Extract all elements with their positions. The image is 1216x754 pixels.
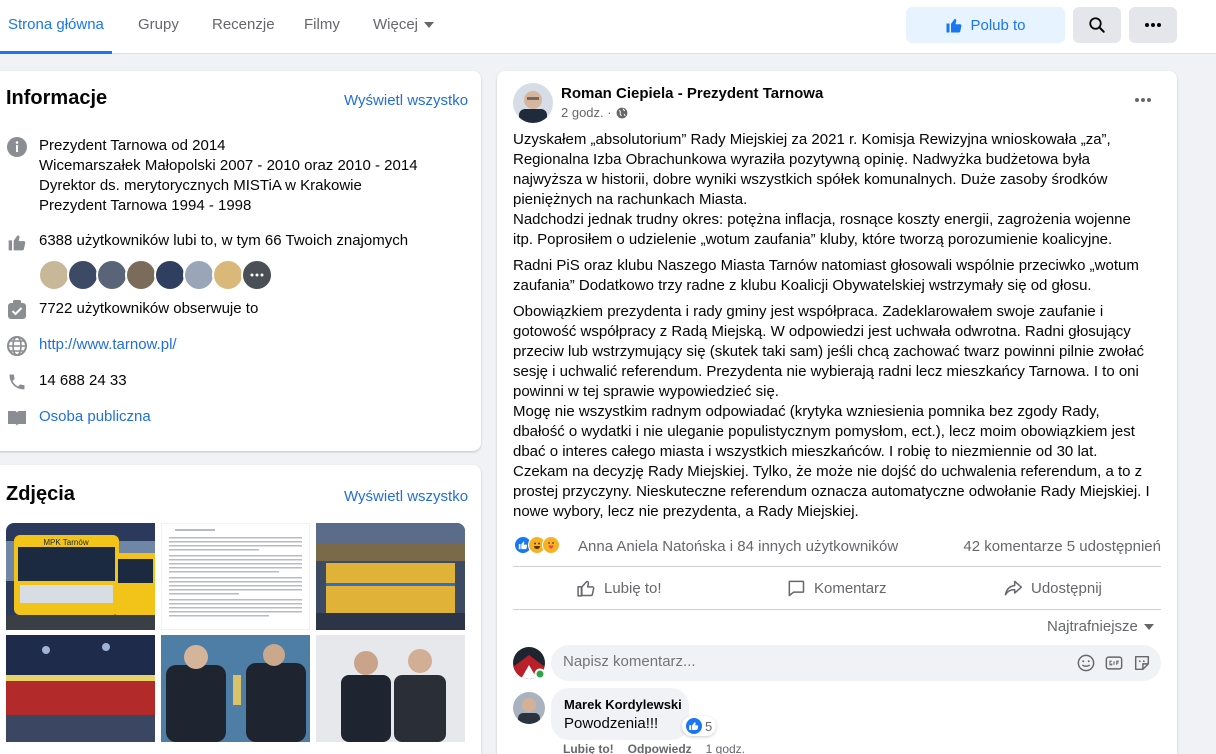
globe-icon [6, 335, 28, 357]
post-text: Uzyskałem „absolutorium” Rady Miejskiej … [513, 130, 1153, 528]
thumbs-up-outline-icon [577, 580, 595, 597]
like-page-button[interactable]: Polub to [906, 7, 1065, 43]
photo-arena-handball[interactable] [316, 523, 465, 630]
comment-input[interactable] [563, 653, 1063, 670]
divider [513, 609, 1161, 610]
post-paragraph: Uzyskałem „absolutorium” Rady Miejskiej … [513, 131, 1131, 248]
follow-check-icon [6, 299, 28, 321]
thumbs-up-icon [946, 19, 962, 33]
tab-more[interactable]: Więcej [365, 0, 442, 54]
caret-down-icon [424, 22, 435, 29]
post-options-button[interactable] [1128, 90, 1158, 110]
search-button[interactable] [1073, 7, 1121, 43]
reaction-names[interactable]: Anna Aniela Natońska i 84 innych użytkow… [578, 538, 898, 555]
sticker-icon[interactable] [1133, 654, 1151, 672]
info-category: Osoba publiczna [6, 407, 151, 429]
ellipsis-icon [1145, 23, 1161, 27]
comment-sort-dropdown[interactable]: Najtrafniejsze [1047, 618, 1154, 635]
info-title: Informacje [6, 87, 108, 109]
photo-arena-crowd[interactable] [6, 635, 155, 742]
book-icon [6, 407, 28, 429]
avatar[interactable] [154, 259, 186, 291]
like-button[interactable]: Lubię to! [576, 575, 662, 601]
avatar[interactable] [96, 259, 128, 291]
ellipsis-icon [250, 273, 264, 277]
comment-icon [788, 580, 805, 597]
author-avatar[interactable] [513, 83, 553, 123]
care-reaction-icon [542, 536, 560, 554]
thumbs-up-icon [6, 231, 28, 253]
comment-like-link[interactable]: Lubię to! [563, 742, 614, 754]
globe-icon [616, 107, 627, 118]
comment-actions: Lubię to! Odpowiedz 1 godz. [563, 742, 745, 754]
info-website: http://www.tarnow.pl/ [6, 335, 177, 357]
search-icon [1089, 17, 1105, 33]
gif-icon[interactable] [1105, 654, 1123, 672]
post-paragraph: Radni PiS oraz klubu Naszego Miasta Tarn… [513, 257, 1139, 294]
tab-groups[interactable]: Grupy [130, 0, 187, 54]
tab-reviews[interactable]: Recenzje [204, 0, 283, 54]
emoji-icon[interactable] [1077, 654, 1095, 672]
like-reaction-icon [686, 718, 702, 734]
info-followers: 7722 użytkowników obserwuje to [6, 299, 258, 321]
comment-text: Powodzenia!!! [564, 715, 659, 732]
comment-reply-link[interactable]: Odpowiedz [628, 742, 692, 754]
svg-text:MPK Tarnów: MPK Tarnów [43, 538, 88, 547]
photos-title: Zdjęcia [6, 483, 75, 505]
info-phone: 14 688 24 33 [6, 371, 127, 393]
photo-two-men[interactable] [316, 635, 465, 742]
commenter-name[interactable]: Marek Kordylewski [564, 697, 682, 712]
avatar[interactable] [67, 259, 99, 291]
post-paragraph: Obowiązkiem prezydenta i rady gminy jest… [513, 303, 1150, 520]
comment-time[interactable]: 1 godz. [706, 742, 745, 754]
avatar[interactable] [212, 259, 244, 291]
tab-videos[interactable]: Filmy [296, 0, 348, 54]
share-icon [1004, 580, 1023, 596]
commenter-avatar[interactable] [513, 692, 545, 724]
more-options-button[interactable] [1129, 7, 1177, 43]
photo-award-ceremony[interactable] [161, 635, 310, 742]
friend-avatars [38, 259, 273, 291]
category-link[interactable]: Osoba publiczna [39, 407, 151, 427]
info-bio: Prezydent Tarnowa od 2014 Wicemarszałek … [6, 136, 418, 216]
comment-button[interactable]: Komentarz [786, 575, 887, 601]
photos-see-all-link[interactable]: Wyświetl wszystko [344, 488, 468, 505]
comment-reaction-badge[interactable]: 5 [682, 716, 717, 736]
post-time[interactable]: 2 godz. · [561, 105, 612, 120]
divider [513, 566, 1161, 567]
photo-bus[interactable]: MPK Tarnów [6, 523, 155, 630]
post-meta: 2 godz. · [561, 105, 628, 120]
post-author-name[interactable]: Roman Ciepiela - Prezydent Tarnowa [561, 85, 823, 102]
comment-bubble: Marek Kordylewski Powodzenia!!! [551, 688, 689, 740]
info-circle-icon [6, 136, 28, 158]
reaction-icons[interactable] [514, 536, 560, 554]
caret-down-icon [1143, 623, 1154, 630]
top-navigation-bar: Strona główna Grupy Recenzje Filmy Więce… [0, 0, 1216, 54]
avatar[interactable] [38, 259, 70, 291]
photo-document[interactable] [161, 523, 310, 630]
tab-home[interactable]: Strona główna [0, 0, 112, 54]
share-button[interactable]: Udostępnij [1003, 575, 1102, 601]
avatar[interactable] [125, 259, 157, 291]
avatar[interactable] [183, 259, 215, 291]
comment-input-tools [1077, 654, 1151, 672]
website-link[interactable]: http://www.tarnow.pl/ [39, 335, 177, 355]
info-see-all-link[interactable]: Wyświetl wszystko [344, 92, 468, 109]
comments-shares-count[interactable]: 42 komentarze 5 udostępnień [963, 538, 1161, 555]
comment-input-box [551, 645, 1161, 681]
info-likes: 6388 użytkowników lubi to, w tym 66 Twoi… [6, 231, 408, 253]
ellipsis-icon [1135, 98, 1151, 102]
my-avatar[interactable] [513, 647, 545, 679]
phone-icon [6, 371, 28, 393]
more-friends-avatar[interactable] [241, 259, 273, 291]
